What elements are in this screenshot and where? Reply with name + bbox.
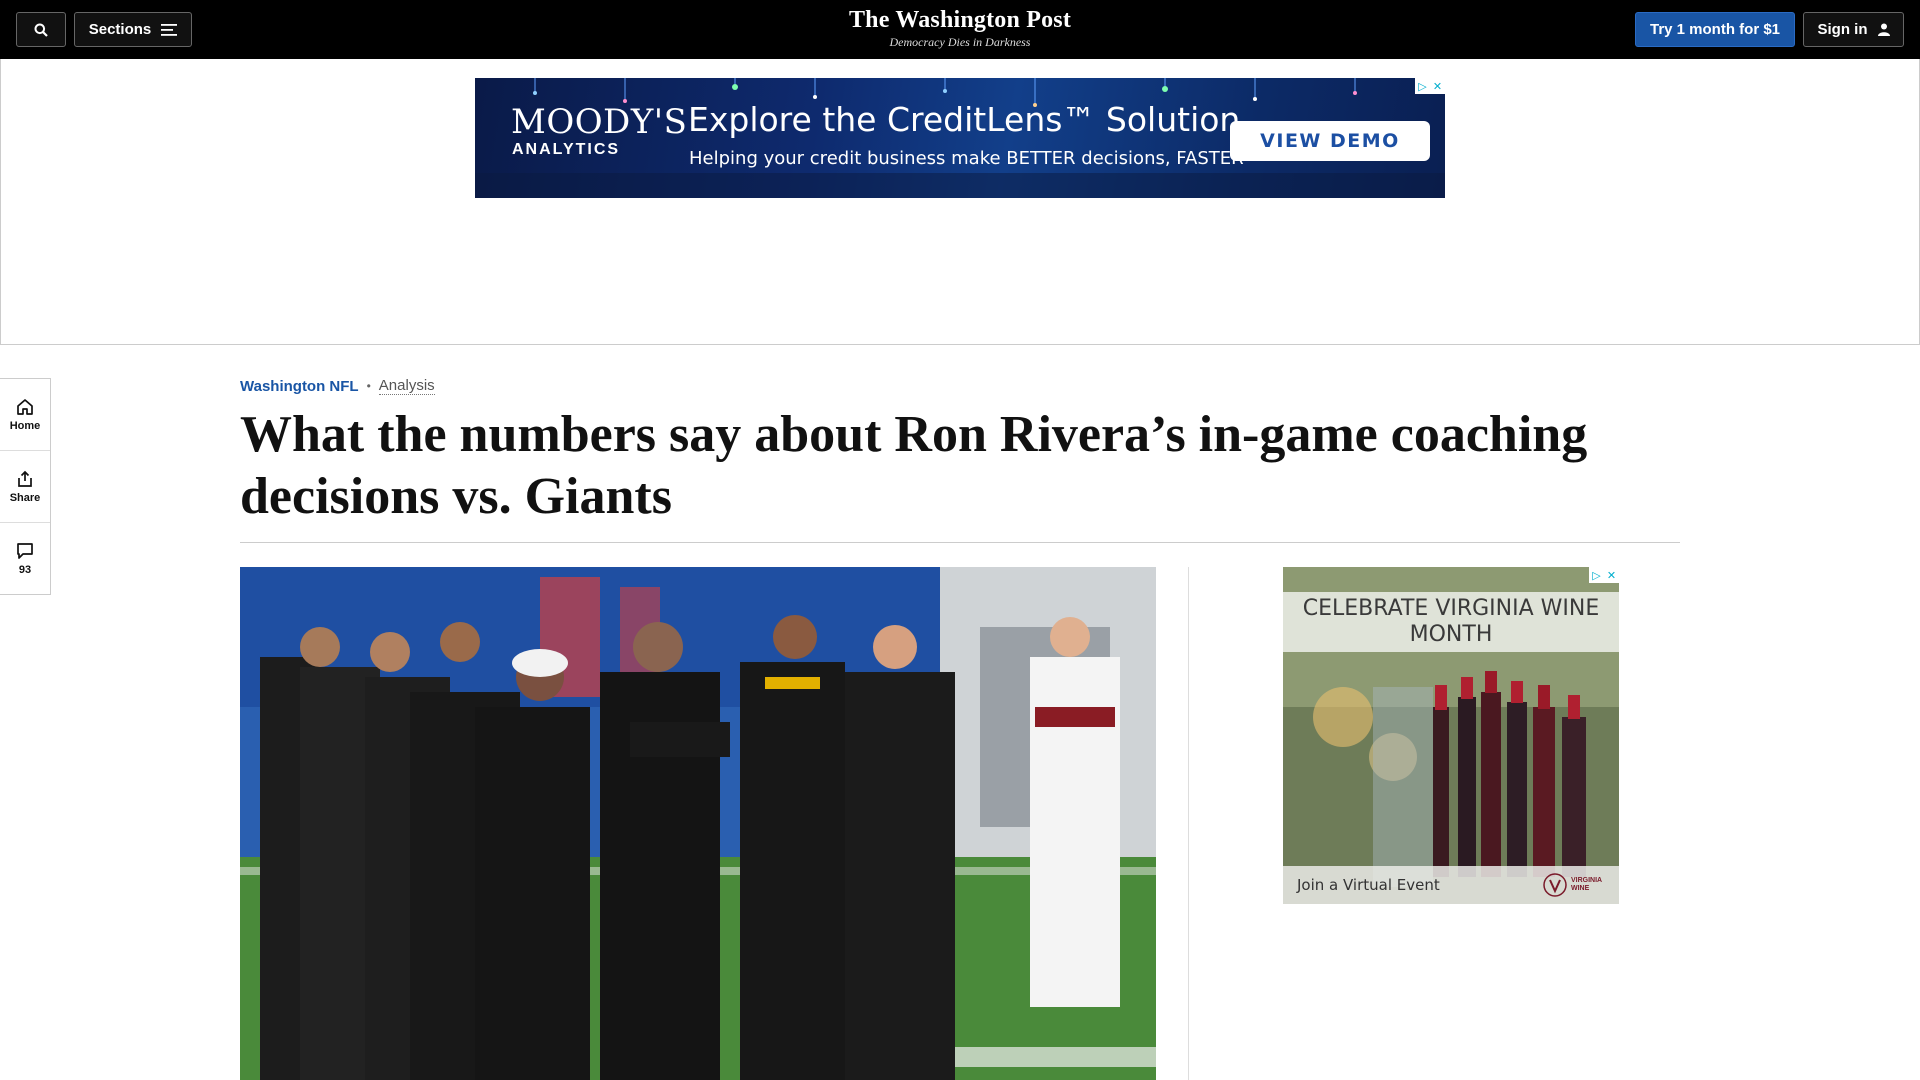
headline-divider [240, 542, 1680, 543]
moodys-banner-ad[interactable]: MOODY'S ANALYTICS Explore the CreditLens… [475, 78, 1445, 198]
article-kicker: Washington NFL • Analysis [240, 377, 435, 395]
rail-share-button[interactable]: Share [0, 451, 50, 523]
virginia-wine-ad[interactable]: CELEBRATE VIRGINIA WINE MONTH ▷ ✕ Join a … [1283, 567, 1619, 904]
analysis-label[interactable]: Analysis [378, 377, 435, 395]
menu-icon [161, 23, 178, 36]
lead-photo[interactable] [240, 567, 1156, 1080]
side-ad-title: CELEBRATE VIRGINIA WINE MONTH [1283, 592, 1619, 652]
sign-in-label: Sign in [1817, 21, 1868, 38]
ad-brand-sub: ANALYTICS [512, 141, 621, 158]
ad-brand: MOODY'S [511, 102, 688, 142]
search-button[interactable] [16, 12, 66, 47]
kicker-separator: • [366, 379, 371, 393]
column-divider [1188, 567, 1189, 1080]
rail-share-label: Share [9, 491, 41, 504]
sections-button[interactable]: Sections [74, 12, 192, 47]
search-icon [34, 23, 48, 37]
adchoices-icon[interactable]: ▷ ✕ [1589, 567, 1619, 583]
home-icon [17, 398, 33, 415]
virginia-wine-logo: VIRGINIA WINE [1543, 873, 1605, 897]
top-navigation-bar: Sections The Washington Post Democracy D… [0, 0, 1920, 59]
side-ad-brand: VIRGINIA WINE [1571, 877, 1602, 892]
logo-tagline: Democracy Dies in Darkness [889, 35, 1031, 49]
v-grape-icon [1543, 873, 1567, 897]
left-share-rail: Home Share 93 [0, 378, 51, 595]
ad-subline: Helping your credit business make BETTER… [689, 148, 1244, 169]
comment-icon [17, 543, 33, 559]
rail-comments-button[interactable]: 93 [0, 523, 50, 595]
sideline-photo-illustration [240, 567, 1156, 1080]
adchoices-icon[interactable]: ▷ ✕ [1415, 78, 1445, 94]
view-demo-button[interactable]: VIEW DEMO [1230, 121, 1430, 161]
logo-name: The Washington Post [848, 7, 1072, 33]
subscribe-button[interactable]: Try 1 month for $1 [1635, 12, 1795, 47]
side-ad-footer: Join a Virtual Event VIRGINIA WINE [1283, 866, 1619, 904]
sign-in-button[interactable]: Sign in [1803, 12, 1904, 47]
sections-label: Sections [88, 21, 152, 38]
user-icon [1877, 23, 1890, 36]
rail-comments-count: 93 [18, 564, 32, 576]
ad-headline: Explore the CreditLens™ Solution [688, 100, 1241, 139]
article-headline: What the numbers say about Ron Rivera’s … [240, 406, 1588, 525]
rail-home-label: Home [9, 419, 41, 432]
site-logo[interactable]: The Washington Post Democracy Dies in Da… [810, 6, 1110, 50]
section-link[interactable]: Washington NFL [240, 378, 359, 395]
rail-home-button[interactable]: Home [0, 379, 50, 451]
share-icon [18, 470, 32, 487]
join-virtual-event-link[interactable]: Join a Virtual Event [1297, 876, 1440, 894]
